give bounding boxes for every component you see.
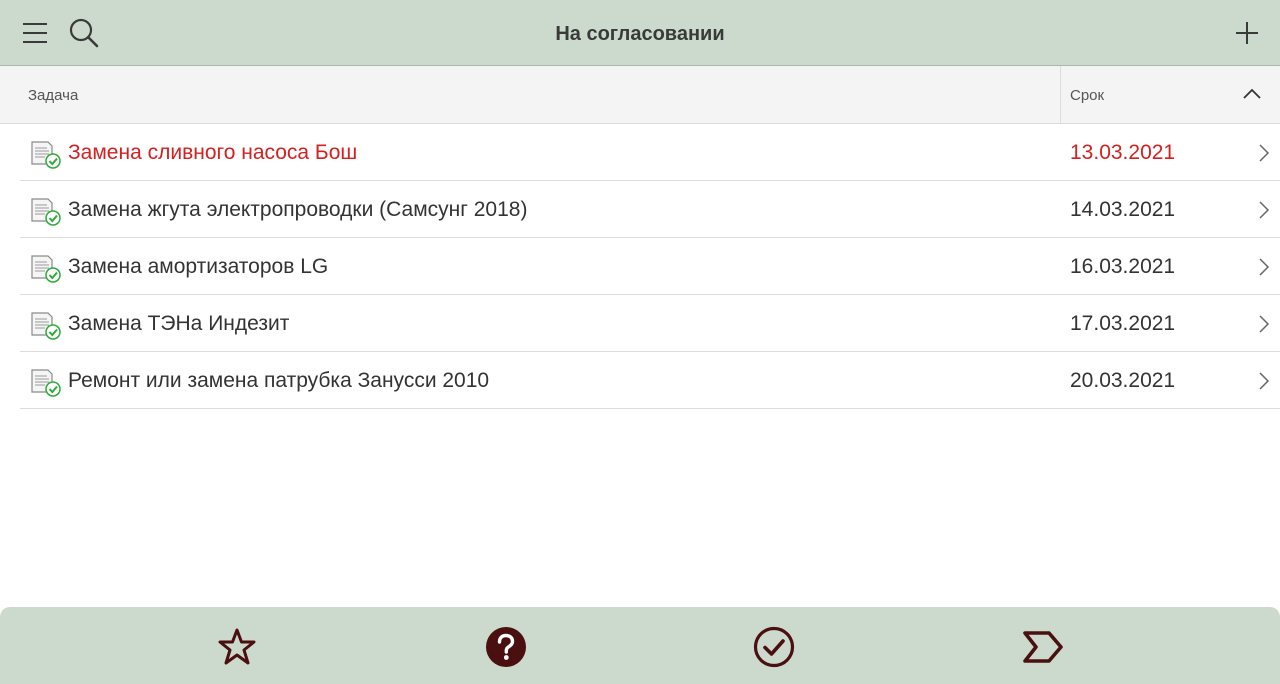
table-row[interactable]: Замена ТЭНа Индезит 17.03.2021 (20, 295, 1280, 352)
arrow-forward-icon (1023, 631, 1063, 663)
task-date: 20.03.2021 (1070, 369, 1176, 392)
chevron-right-icon (1259, 372, 1270, 390)
top-app-bar: На согласовании (0, 0, 1280, 66)
document-check-icon (31, 198, 61, 226)
chevron-up-icon[interactable] (1242, 86, 1262, 100)
chevron-right-icon (1259, 201, 1270, 219)
forward-button[interactable] (1021, 625, 1065, 669)
document-check-icon (31, 312, 61, 340)
task-title: Ремонт или замена патрубка Занусси 2010 (68, 369, 490, 392)
task-title: Замена сливного насоса Бош (68, 141, 358, 164)
add-button[interactable] (1232, 18, 1262, 48)
task-date: 14.03.2021 (1070, 198, 1176, 221)
table-row[interactable]: Ремонт или замена патрубка Занусси 2010 … (20, 352, 1280, 409)
search-button[interactable] (68, 17, 100, 49)
task-date: 13.03.2021 (1070, 141, 1176, 164)
bottom-toolbar (0, 607, 1280, 684)
star-icon (218, 628, 256, 665)
document-check-icon (31, 141, 61, 169)
table-row[interactable]: Замена жгута электропроводки (Самсунг 20… (20, 181, 1280, 238)
task-title: Замена жгута электропроводки (Самсунг 20… (68, 198, 528, 221)
column-header-task[interactable]: Задача (0, 66, 1061, 123)
column-header-date-label: Срок (1070, 87, 1105, 104)
chevron-right-icon (1259, 315, 1270, 333)
question-icon (486, 627, 526, 667)
hamburger-icon (23, 23, 47, 43)
chevron-right-icon (1259, 258, 1270, 276)
approve-button[interactable] (752, 625, 796, 669)
menu-button[interactable] (20, 18, 50, 48)
column-header: Задача Срок (0, 66, 1280, 124)
task-date: 16.03.2021 (1070, 255, 1176, 278)
help-button[interactable] (484, 625, 528, 669)
task-title: Замена ТЭНа Индезит (68, 312, 290, 335)
favorites-button[interactable] (215, 625, 259, 669)
search-icon (69, 18, 99, 48)
column-header-task-label: Задача (28, 87, 79, 104)
column-header-date[interactable]: Срок (1062, 66, 1280, 123)
table-row[interactable]: Замена амортизаторов LG 16.03.2021 (20, 238, 1280, 295)
task-list: Замена сливного насоса Бош 13.03.2021 За… (0, 124, 1280, 409)
document-check-icon (31, 255, 61, 283)
table-row[interactable]: Замена сливного насоса Бош 13.03.2021 (20, 124, 1280, 181)
page-title: На согласовании (555, 23, 725, 45)
task-date: 17.03.2021 (1070, 312, 1176, 335)
chevron-right-icon (1259, 144, 1270, 162)
plus-icon (1236, 22, 1258, 44)
check-circle-icon (753, 626, 795, 668)
task-title: Замена амортизаторов LG (68, 255, 329, 278)
document-check-icon (31, 369, 61, 397)
